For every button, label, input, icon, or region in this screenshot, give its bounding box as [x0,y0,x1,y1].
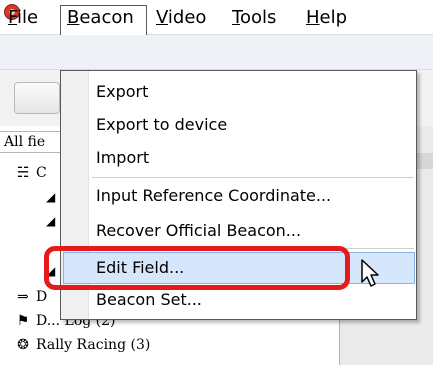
menu-video-mnemonic: V [156,7,168,28]
toolbar-button[interactable] [14,82,60,114]
tree-row-d[interactable]: ⇒ D [14,286,47,308]
flag-icon: ⚑ [16,313,30,329]
menu-file-mnemonic: F [8,7,18,28]
menu-help-mnemonic: H [306,7,320,28]
tree-row-label: Rally Racing (3) [36,337,151,353]
rally-car-icon: ❂ [17,337,29,353]
group-icon: ☵ [16,165,30,181]
menu-item-recover-official-beacon[interactable]: Recover Official Beacon... [96,216,301,246]
tree-row-label: C [36,165,47,181]
menu-item-export-to-device[interactable]: Export to device [96,110,227,140]
highlight-ring [44,246,350,290]
menu-file-label: ile [17,7,39,28]
menu-help-label: elp [319,7,348,28]
menu-item-export[interactable]: Export [96,77,148,107]
menu-separator [92,177,414,178]
tree-row-label: D [36,289,48,305]
tree-row-rally-racing[interactable]: ❂ Rally Racing (3) [14,334,150,356]
menu-tools[interactable]: Tools [226,6,282,30]
menu-item-input-reference-coordinate[interactable]: Input Reference Coordinate... [96,181,331,211]
menu-beacon-mnemonic: B [67,7,80,28]
menu-bar [0,34,433,70]
tree-row-group[interactable]: ☵ C [14,162,47,184]
menu-tools-mnemonic: T [232,7,240,28]
sub-item-icon: ◢ [46,214,56,228]
menu-tools-label: ools [239,7,277,28]
menu-file[interactable]: File [2,6,44,30]
menu-video-label: ideo [167,7,207,28]
sub-item-icon: ◢ [46,190,56,204]
menu-item-import[interactable]: Import [96,143,149,173]
menu-help[interactable]: Help [300,6,353,30]
menu-video[interactable]: Video [150,6,212,30]
mouse-cursor-icon [361,259,379,287]
menu-beacon[interactable]: Beacon [60,5,147,35]
menu-beacon-label: eacon [79,7,134,28]
arrow-right-icon: ⇒ [17,289,29,305]
